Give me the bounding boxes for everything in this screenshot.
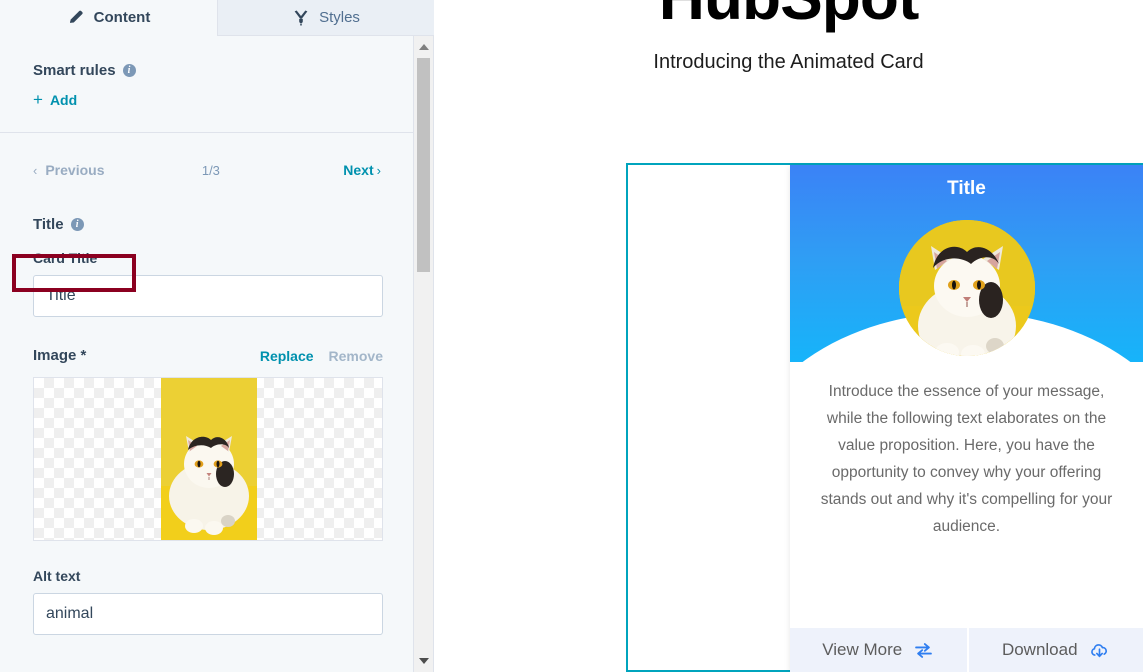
view-more-button[interactable]: View More — [790, 628, 967, 672]
page-subtitle: Introducing the Animated Card — [653, 51, 924, 73]
smart-rules-section: Smart rules i + Add — [0, 36, 414, 133]
app-root: Content Styles Smart rules i + Add ‹ Pre… — [0, 0, 1143, 672]
image-field-header: Image * Replace Remove — [33, 347, 383, 364]
smart-rules-label: Smart rules i — [33, 62, 414, 79]
add-smart-rule-label: Add — [49, 91, 78, 108]
tab-styles-label: Styles — [319, 9, 360, 26]
previous-button[interactable]: ‹ Previous — [33, 162, 104, 178]
swap-arrows-icon — [913, 640, 934, 661]
animated-card[interactable]: Title Introduce the essence of your mess… — [790, 165, 1143, 672]
smart-rules-text: Smart rules — [33, 62, 116, 79]
scrollbar-up-arrow-icon[interactable] — [414, 36, 433, 58]
info-icon[interactable]: i — [122, 64, 136, 77]
previous-label: Previous — [45, 162, 105, 178]
chevron-left-icon: ‹ — [33, 162, 38, 178]
replace-image-button[interactable]: Replace — [260, 348, 314, 364]
alt-text-input[interactable] — [33, 593, 383, 635]
image-thumbnail-preview[interactable] — [33, 377, 383, 541]
view-more-label: View More — [822, 640, 903, 659]
card-title-field-label: Card Title — [33, 250, 98, 266]
editor-tab-bar: Content Styles — [0, 0, 434, 36]
page-preview-canvas: HubSpot Introducing the Animated Card Ti… — [434, 0, 1143, 672]
cloud-download-icon — [1089, 640, 1110, 661]
chevron-right-icon: › — [376, 162, 381, 178]
card-footer: View More Download — [790, 627, 1143, 672]
next-label: Next — [343, 162, 374, 178]
card-title: Title — [947, 178, 986, 199]
next-button[interactable]: Next › — [343, 162, 381, 178]
add-smart-rule-button[interactable]: + Add — [33, 91, 77, 108]
page-title: HubSpot — [434, 0, 1143, 34]
download-label: Download — [1001, 640, 1078, 659]
title-group-label: Title i — [33, 216, 414, 233]
tab-content[interactable]: Content — [0, 0, 217, 36]
scrollbar-thumb[interactable] — [417, 58, 430, 272]
plus-icon: + — [33, 90, 43, 109]
paintbrush-icon — [292, 9, 310, 27]
download-button[interactable]: Download — [966, 628, 1143, 672]
editor-panel-scrollbar[interactable] — [413, 36, 433, 672]
card-header: Title — [790, 165, 1143, 362]
scrollbar-down-arrow-icon[interactable] — [414, 650, 433, 672]
module-pager: ‹ Previous 1/3 Next › — [33, 155, 381, 185]
cat-photo-thumbnail — [161, 378, 257, 540]
image-field-label: Image * — [33, 347, 87, 364]
module-editor-panel: Content Styles Smart rules i + Add ‹ Pre… — [0, 0, 434, 672]
page-indicator: 1/3 — [201, 162, 220, 178]
card-title-input[interactable] — [33, 275, 383, 317]
alt-text-field-label: Alt text — [33, 568, 81, 584]
editor-fields-scroll-area: ‹ Previous 1/3 Next › Title i Card Title… — [0, 137, 414, 672]
pencil-icon — [67, 9, 85, 27]
card-body-text: Introduce the essence of your message, w… — [820, 383, 1113, 535]
image-field-actions: Replace Remove — [260, 348, 383, 364]
card-avatar — [898, 220, 1035, 356]
remove-image-button[interactable]: Remove — [329, 348, 383, 364]
title-group-text: Title — [33, 216, 64, 233]
info-icon[interactable]: i — [70, 218, 84, 231]
tab-styles[interactable]: Styles — [217, 0, 434, 36]
tab-content-label: Content — [93, 9, 151, 26]
